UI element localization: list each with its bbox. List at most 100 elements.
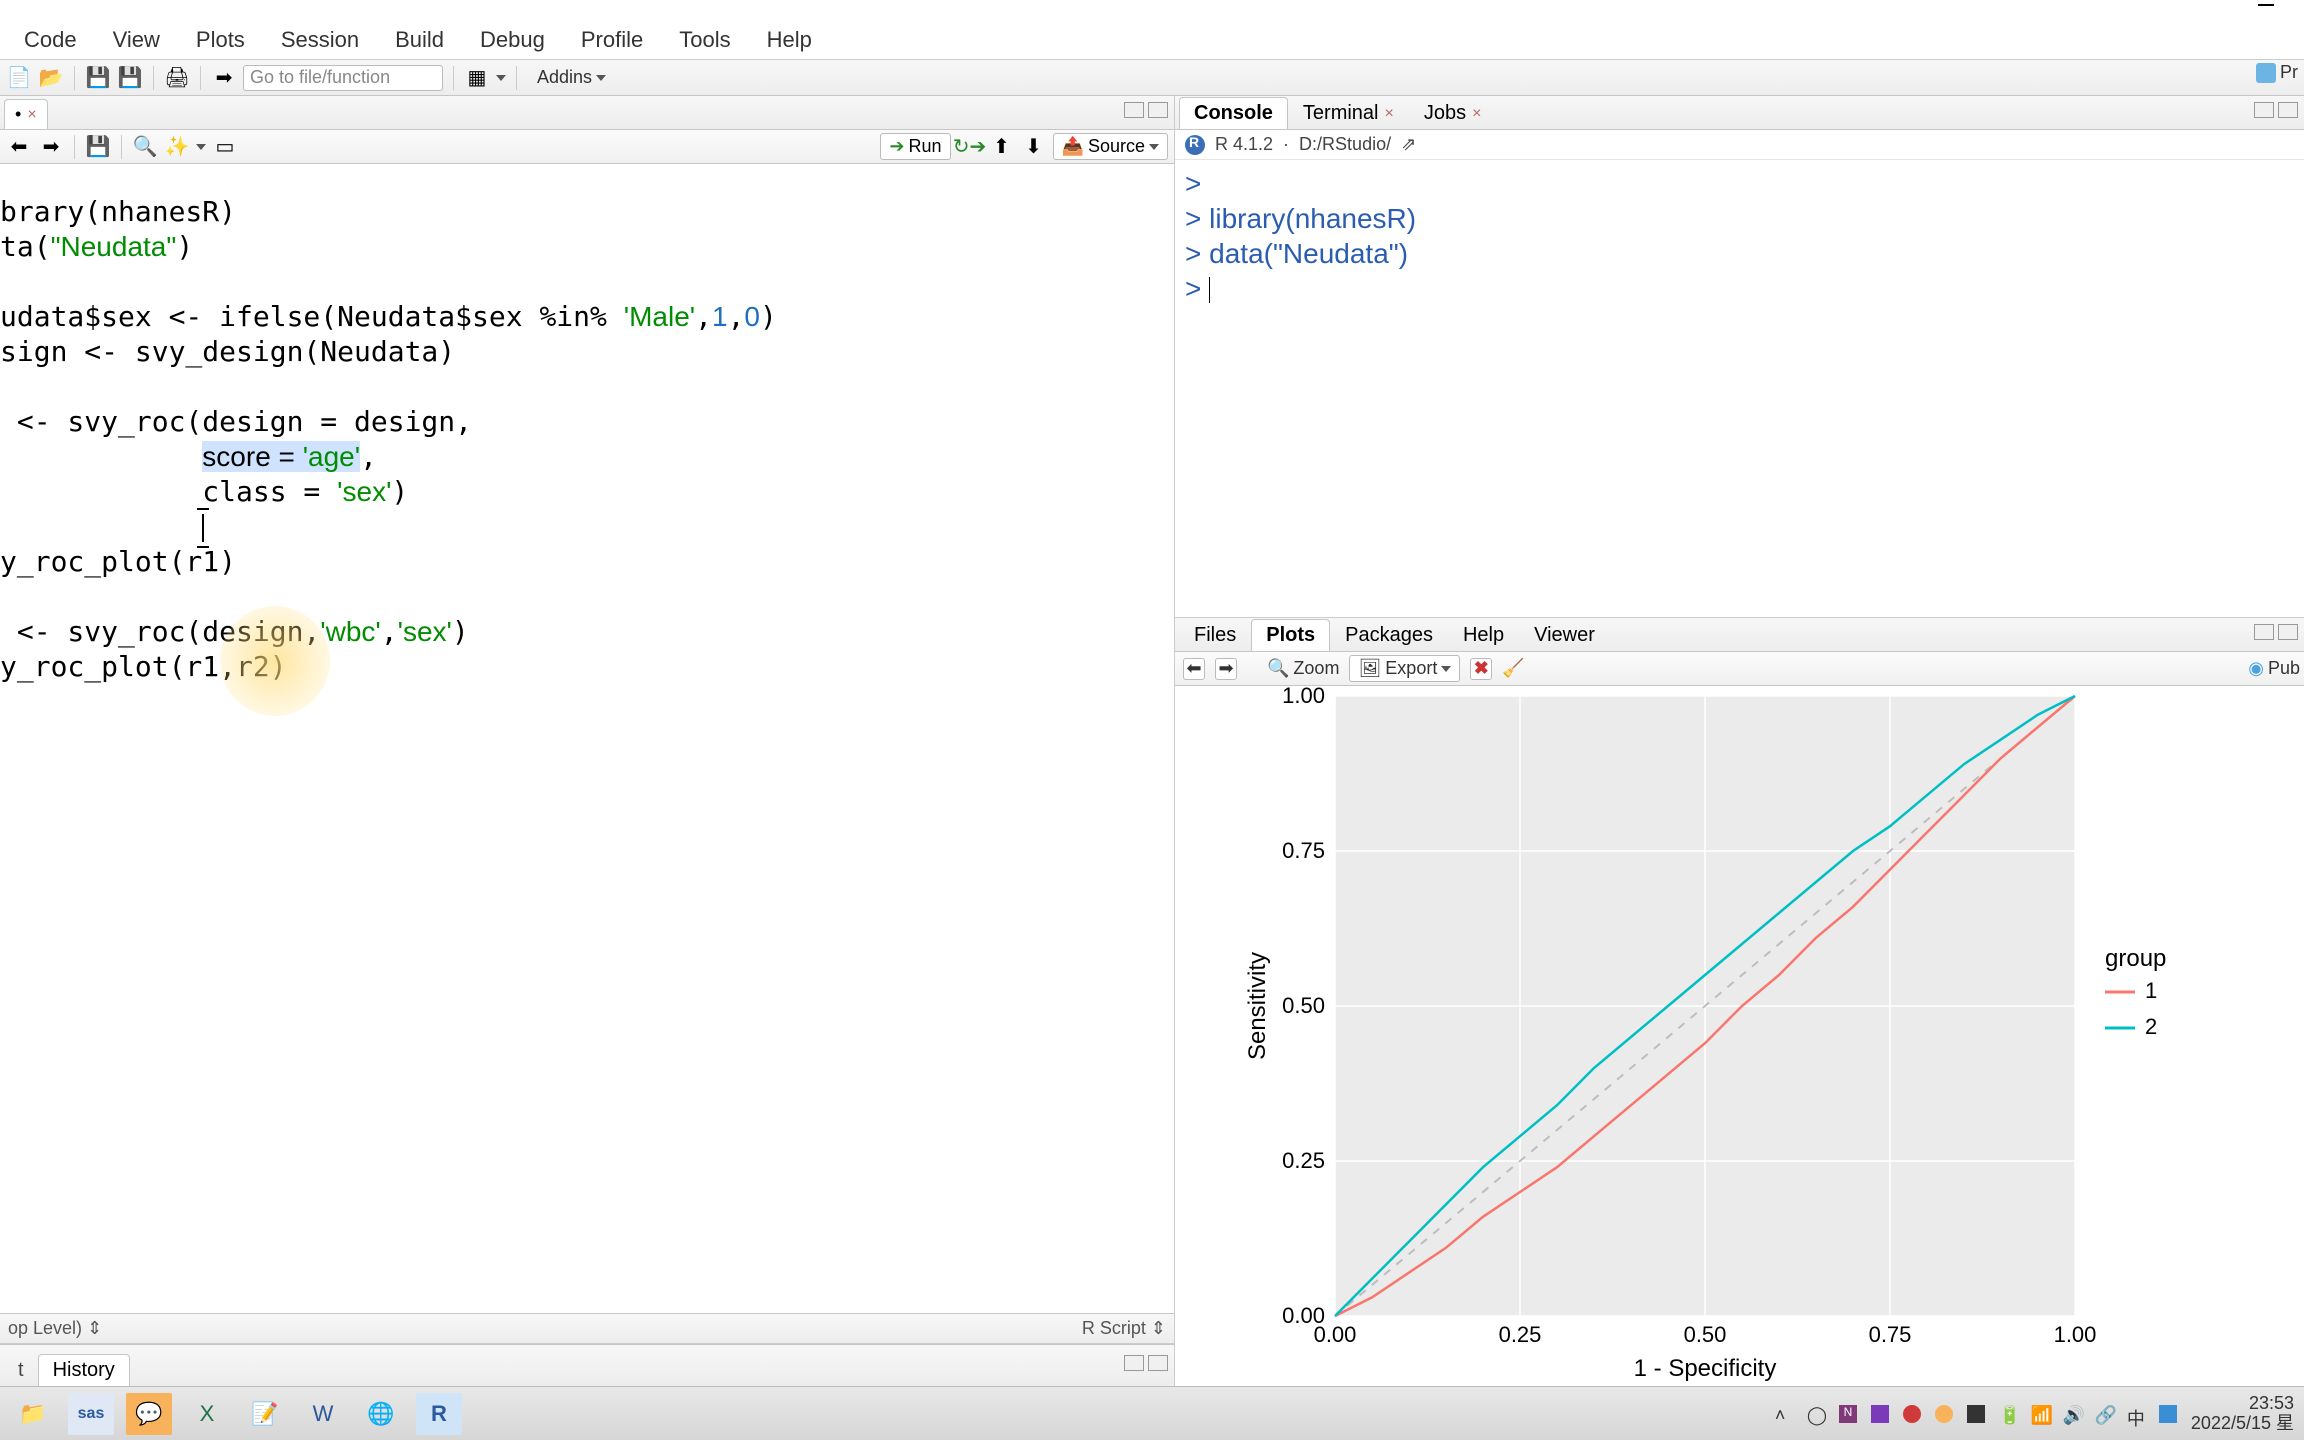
remove-plot-icon[interactable]: ✖ xyxy=(1470,658,1492,680)
zoom-button[interactable]: 🔍 Zoom xyxy=(1267,658,1339,679)
new-file-icon[interactable]: 📄 xyxy=(6,65,32,91)
clear-plots-icon[interactable]: 🧹 xyxy=(1502,658,1524,680)
find-icon[interactable]: 🔍 xyxy=(132,134,158,160)
taskbar-wechat-icon[interactable]: 💬 xyxy=(126,1393,172,1435)
svg-text:2: 2 xyxy=(2145,1014,2157,1039)
save-icon[interactable]: 💾 xyxy=(85,65,111,91)
run-label: Run xyxy=(909,136,942,157)
tray-battery-icon[interactable]: 🔋 xyxy=(1999,1405,2017,1423)
report-icon[interactable]: ▭ xyxy=(212,134,238,160)
publish-button[interactable]: ◉ Pub xyxy=(2248,658,2300,679)
menu-help[interactable]: Help xyxy=(749,27,830,53)
grid-icon[interactable]: ▦ xyxy=(464,65,490,91)
plot-prev-icon[interactable]: ⬅ xyxy=(1183,658,1205,680)
minimize-pane-icon[interactable] xyxy=(1124,102,1144,118)
code-editor[interactable]: brary(nhanesR) ta("Neudata") udata$sex <… xyxy=(0,164,1174,1313)
taskbar-clock[interactable]: 23:53 2022/5/15 星 xyxy=(2191,1394,2294,1434)
close-icon[interactable]: × xyxy=(1384,105,1393,123)
tray-up-icon[interactable]: ˄ xyxy=(1775,1405,1793,1423)
print-icon[interactable]: 🖨 xyxy=(164,65,190,91)
menu-debug[interactable]: Debug xyxy=(462,27,563,53)
taskbar-notepad-icon[interactable]: 📝 xyxy=(242,1393,288,1435)
project-menu[interactable]: Pr xyxy=(2250,62,2304,83)
taskbar-word-icon[interactable]: W xyxy=(300,1393,346,1435)
separator xyxy=(453,66,454,90)
tray-app1-icon[interactable] xyxy=(1871,1405,1889,1423)
tab-viewer[interactable]: Viewer xyxy=(1519,619,1610,651)
menu-view[interactable]: View xyxy=(95,27,178,53)
maximize-pane-icon[interactable] xyxy=(2278,624,2298,640)
minimize-pane-icon[interactable] xyxy=(2254,624,2274,640)
taskbar-excel-icon[interactable]: X xyxy=(184,1393,230,1435)
tab-unknown[interactable]: t xyxy=(4,1355,38,1386)
menu-plots[interactable]: Plots xyxy=(178,27,263,53)
tab-help[interactable]: Help xyxy=(1448,619,1519,651)
tray-circle-icon[interactable]: ◯ xyxy=(1807,1405,1825,1423)
source-pane: • × ⬅ ➡ 💾 🔍 ✨ ▭ ➔ xyxy=(0,96,1174,1344)
taskbar-sas-icon[interactable]: sas xyxy=(68,1393,114,1435)
separator xyxy=(153,66,154,90)
tab-history[interactable]: History xyxy=(38,1354,130,1386)
close-icon[interactable]: × xyxy=(1472,105,1481,123)
addins-menu[interactable]: Addins xyxy=(527,67,616,88)
source-button[interactable]: 📤 Source xyxy=(1053,133,1168,160)
menu-build[interactable]: Build xyxy=(377,27,462,53)
taskbar-rstudio-icon[interactable]: R xyxy=(416,1393,462,1435)
minimize-pane-icon[interactable] xyxy=(1124,1355,1144,1371)
tray-app3-icon[interactable] xyxy=(1935,1405,1953,1423)
tab-jobs[interactable]: Jobs× xyxy=(1409,97,1497,129)
save-all-icon[interactable]: 💾 xyxy=(117,65,143,91)
source-tab[interactable]: • × xyxy=(4,99,48,129)
open-file-icon[interactable]: 📂 xyxy=(38,65,64,91)
taskbar-file-explorer-icon[interactable]: 📁 xyxy=(10,1393,56,1435)
tab-plots[interactable]: Plots xyxy=(1251,619,1330,651)
maximize-pane-icon[interactable] xyxy=(2278,102,2298,118)
down-icon[interactable]: ⬇ xyxy=(1021,134,1047,160)
tray-notification-icon[interactable] xyxy=(2159,1405,2177,1423)
menu-tools[interactable]: Tools xyxy=(661,27,748,53)
tray-ime-icon[interactable]: 中 xyxy=(2127,1405,2145,1423)
save-icon[interactable]: 💾 xyxy=(85,134,111,160)
chevron-down-icon[interactable] xyxy=(196,144,206,150)
working-dir[interactable]: D:/RStudio/ xyxy=(1299,134,1391,155)
tab-files[interactable]: Files xyxy=(1179,619,1251,651)
tray-onenote-icon[interactable]: N xyxy=(1839,1405,1857,1423)
tray-wifi-icon[interactable]: 📶 xyxy=(2031,1405,2049,1423)
svg-text:0.50: 0.50 xyxy=(1282,993,1325,1018)
console-info: R 4.1.2 · D:/RStudio/ ⇗ xyxy=(1175,130,2304,160)
wand-icon[interactable]: ✨ xyxy=(164,134,190,160)
window-minimize-icon[interactable] xyxy=(2258,4,2274,6)
export-button[interactable]: 🖼 Export xyxy=(1349,655,1460,682)
goto-arrow-icon[interactable]: ➡ xyxy=(211,65,237,91)
rerun-icon[interactable]: ↻➔ xyxy=(957,134,983,160)
minimize-pane-icon[interactable] xyxy=(2254,102,2274,118)
run-button[interactable]: ➔ Run xyxy=(880,133,950,160)
up-icon[interactable]: ⬆ xyxy=(989,134,1015,160)
scope-label[interactable]: op Level) ⇕ xyxy=(8,1318,102,1339)
tray-link-icon[interactable]: 🔗 xyxy=(2095,1405,2113,1423)
plot-next-icon[interactable]: ➡ xyxy=(1215,658,1237,680)
tab-terminal[interactable]: Terminal× xyxy=(1288,97,1409,129)
tab-console[interactable]: Console xyxy=(1179,97,1288,129)
plots-toolbar: ⬅ ➡ 🔍 Zoom 🖼 Export ✖ 🧹 ◉ Pub xyxy=(1175,652,2304,686)
goto-file-input[interactable]: Go to file/function xyxy=(243,65,443,91)
tray-app4-icon[interactable] xyxy=(1967,1405,1985,1423)
menu-profile[interactable]: Profile xyxy=(563,27,661,53)
svg-text:0.25: 0.25 xyxy=(1499,1322,1542,1347)
maximize-pane-icon[interactable] xyxy=(1148,102,1168,118)
tab-packages[interactable]: Packages xyxy=(1330,619,1448,651)
taskbar-chrome-icon[interactable]: 🌐 xyxy=(358,1393,404,1435)
tray-volume-icon[interactable]: 🔊 xyxy=(2063,1405,2081,1423)
close-icon[interactable]: × xyxy=(27,106,36,124)
chevron-down-icon[interactable] xyxy=(496,75,506,81)
back-icon[interactable]: ⬅ xyxy=(6,134,32,160)
menu-session[interactable]: Session xyxy=(263,27,377,53)
filetype-label[interactable]: R Script ⇕ xyxy=(1082,1318,1166,1339)
svg-text:Sensitivity: Sensitivity xyxy=(1244,952,1271,1060)
console-output[interactable]: > > library(nhanesR) > data("Neudata") > xyxy=(1175,160,2304,617)
popout-icon[interactable]: ⇗ xyxy=(1401,134,1416,155)
tray-app2-icon[interactable] xyxy=(1903,1405,1921,1423)
maximize-pane-icon[interactable] xyxy=(1148,1355,1168,1371)
menu-code[interactable]: Code xyxy=(6,27,95,53)
forward-icon[interactable]: ➡ xyxy=(38,134,64,160)
